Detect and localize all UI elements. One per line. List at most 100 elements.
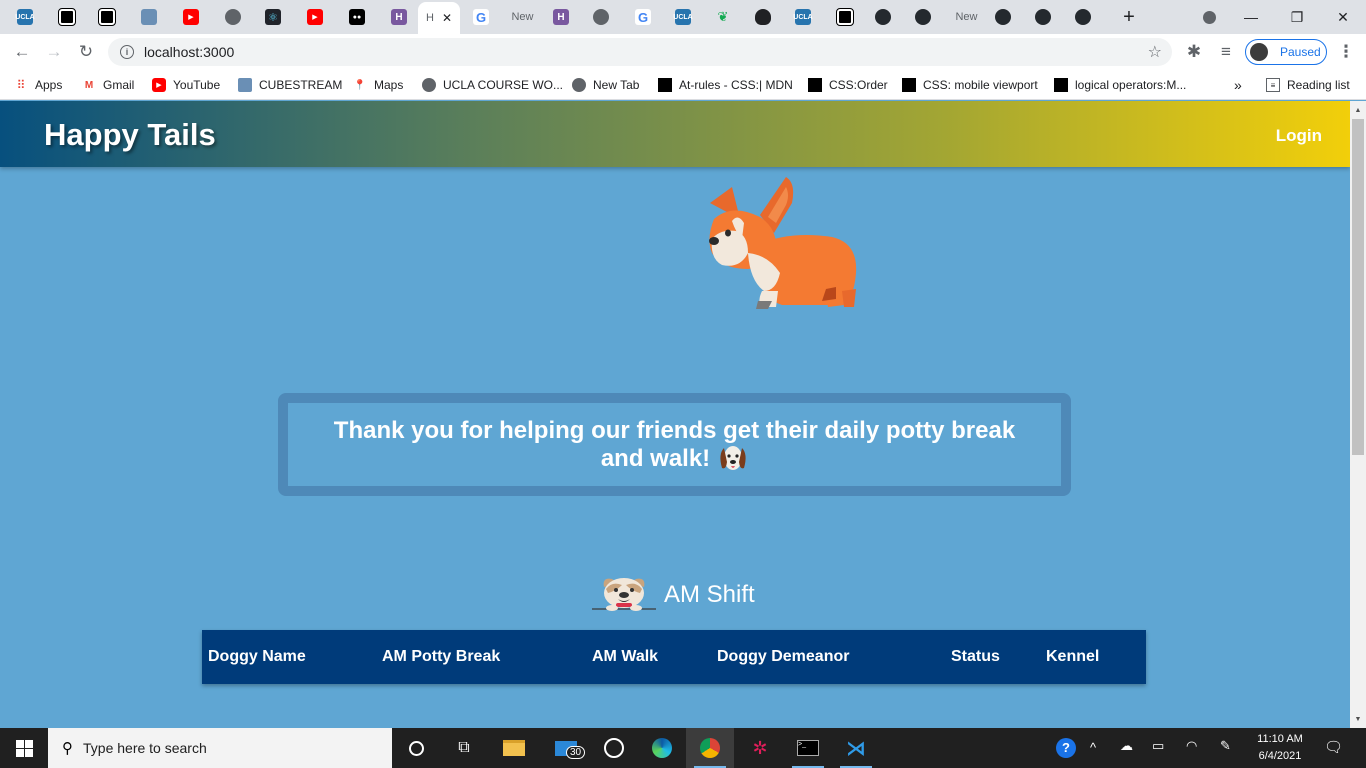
column-header-doggy-name[interactable]: Doggy Name [208, 648, 306, 666]
taskbar-search-box[interactable]: ⚲ Type here to search [48, 728, 392, 768]
reload-icon[interactable]: ↻ [72, 38, 100, 66]
tab-ucla-2[interactable]: UCLA [668, 4, 698, 30]
bookmark-star-icon[interactable]: ☆ [1148, 42, 1162, 62]
menu-kebab-icon[interactable]: ⋮ [1332, 38, 1360, 66]
tab-bag[interactable] [748, 4, 778, 30]
vscode-icon[interactable]: ⋊ [832, 728, 880, 768]
close-window-icon[interactable]: ✕ [1320, 0, 1366, 34]
brand-logo-text[interactable]: Happy Tails [44, 117, 216, 153]
pen-icon[interactable]: ✎ [1220, 738, 1231, 754]
terminal-icon[interactable]: >_ [784, 728, 832, 768]
profile-button[interactable]: Paused [1245, 39, 1327, 65]
tab-github-1[interactable] [868, 4, 898, 30]
tab-github-4[interactable] [1028, 4, 1058, 30]
file-explorer-icon[interactable] [490, 728, 538, 768]
globe-icon [225, 9, 241, 25]
back-arrow-icon[interactable]: ← [8, 38, 36, 66]
bookmark-apps[interactable]: ⠿ Apps [14, 76, 63, 94]
bookmark-label: YouTube [173, 78, 221, 92]
tab-github-5[interactable] [1068, 4, 1098, 30]
help-icon[interactable]: ? [1056, 738, 1076, 758]
wifi-icon[interactable]: ◠ [1186, 738, 1197, 754]
page-scrollbar[interactable]: ▲ ▼ [1350, 101, 1366, 728]
tab-heroku-2[interactable]: H [546, 4, 576, 30]
bookmark-cubestream[interactable]: CUBESTREAM [238, 76, 342, 94]
start-button[interactable] [0, 728, 48, 768]
close-tab-icon[interactable]: ✕ [442, 11, 452, 25]
tab-github-3[interactable] [988, 4, 1018, 30]
edge-icon[interactable] [638, 728, 686, 768]
task-view-icon[interactable]: ⧉ [440, 728, 488, 768]
windows-logo-icon [15, 739, 33, 757]
tab-codepen-1[interactable] [52, 4, 82, 30]
bookmark-css-order[interactable]: CSS:Order [808, 76, 888, 94]
tab-new-1[interactable]: New [504, 4, 538, 30]
tab-youtube-1[interactable]: ▶ [176, 4, 206, 30]
tab-youtube-2[interactable]: ▶ [300, 4, 330, 30]
reading-list-button[interactable]: ≡ Reading list [1266, 76, 1350, 94]
slack-icon[interactable]: ✲ [736, 728, 784, 768]
github-desktop-icon[interactable] [590, 728, 638, 768]
mail-icon[interactable]: 30 [542, 728, 590, 768]
bookmark-new-tab[interactable]: New Tab [572, 76, 639, 94]
medium-icon: ●● [349, 9, 365, 25]
column-header-am-potty-break[interactable]: AM Potty Break [382, 648, 500, 666]
leaf-icon: ❦ [717, 9, 729, 24]
column-header-status[interactable]: Status [951, 648, 1000, 666]
column-header-am-walk[interactable]: AM Walk [592, 648, 658, 666]
notifications-icon[interactable]: 🗨 [1324, 738, 1343, 756]
extensions-icon[interactable]: ✱ [1180, 38, 1208, 66]
column-header-doggy-demeanor[interactable]: Doggy Demeanor [717, 648, 849, 666]
globe-icon [593, 9, 609, 25]
battery-icon[interactable]: ▭ [1152, 738, 1164, 754]
tab-react[interactable]: ⚛ [258, 4, 288, 30]
bookmark-gmail[interactable]: M Gmail [82, 76, 135, 94]
tab-codepen-3[interactable] [830, 4, 860, 30]
url-text[interactable]: localhost:3000 [144, 44, 234, 60]
bookmark-at-rules[interactable]: At-rules - CSS:| MDN [658, 76, 793, 94]
column-header-kennel[interactable]: Kennel [1046, 648, 1099, 666]
react-icon: ⚛ [265, 9, 281, 25]
tab-google-1[interactable]: G [466, 4, 496, 30]
tab-label: New [511, 11, 534, 23]
system-clock[interactable]: 11:10 AM 6/4/2021 [1248, 731, 1312, 765]
tab-cube[interactable] [134, 4, 164, 30]
minimize-icon[interactable]: — [1228, 0, 1274, 34]
tab-ucla-1[interactable]: UCLA [10, 4, 40, 30]
bookmark-css-mobile-viewport[interactable]: CSS: mobile viewport [902, 76, 1038, 94]
tab-new-2[interactable]: New [948, 4, 982, 30]
bookmark-logical-operators[interactable]: logical operators:M... [1054, 76, 1186, 94]
login-link[interactable]: Login [1276, 126, 1322, 146]
scroll-up-arrow-icon[interactable]: ▲ [1350, 103, 1366, 117]
tab-globe-1[interactable] [218, 4, 248, 30]
tab-globe-2[interactable] [586, 4, 616, 30]
bookmark-ucla-course[interactable]: UCLA COURSE WO... [422, 76, 563, 94]
tab-heroku-1[interactable]: H [384, 4, 414, 30]
github-icon [875, 9, 891, 25]
tab-google-2[interactable]: G [628, 4, 658, 30]
tab-search-icon[interactable] [1186, 0, 1232, 34]
onedrive-icon[interactable]: ☁ [1120, 738, 1133, 754]
new-tab-button[interactable]: + [1114, 4, 1144, 30]
tab-leaf[interactable]: ❦ [708, 4, 738, 30]
tab-codepen-2[interactable] [92, 4, 122, 30]
bookmark-youtube[interactable]: ▶ YouTube [152, 76, 220, 94]
bookmark-maps[interactable]: 📍 Maps [353, 76, 404, 94]
scroll-down-arrow-icon[interactable]: ▼ [1350, 712, 1366, 726]
corgi-illustration [709, 177, 857, 309]
restore-icon[interactable]: ❐ [1274, 0, 1320, 34]
scrollbar-thumb[interactable] [1352, 119, 1364, 455]
site-info-icon[interactable]: i [120, 45, 134, 59]
chrome-icon[interactable] [686, 728, 734, 768]
tray-chevron-icon[interactable]: ^ [1090, 740, 1096, 755]
tab-active-happy-tails[interactable]: H ✕ [418, 2, 460, 34]
media-control-icon[interactable]: ≡ [1212, 38, 1240, 66]
address-bar[interactable]: i localhost:3000 ☆ [108, 38, 1172, 66]
tab-medium[interactable]: ●● [342, 4, 372, 30]
github-icon [1075, 9, 1091, 25]
tab-ucla-3[interactable]: UCLA [788, 4, 818, 30]
tab-github-2[interactable] [908, 4, 938, 30]
forward-arrow-icon[interactable]: → [40, 38, 68, 66]
bookmarks-overflow-button[interactable]: » [1234, 76, 1242, 94]
cortana-icon[interactable] [392, 728, 440, 768]
